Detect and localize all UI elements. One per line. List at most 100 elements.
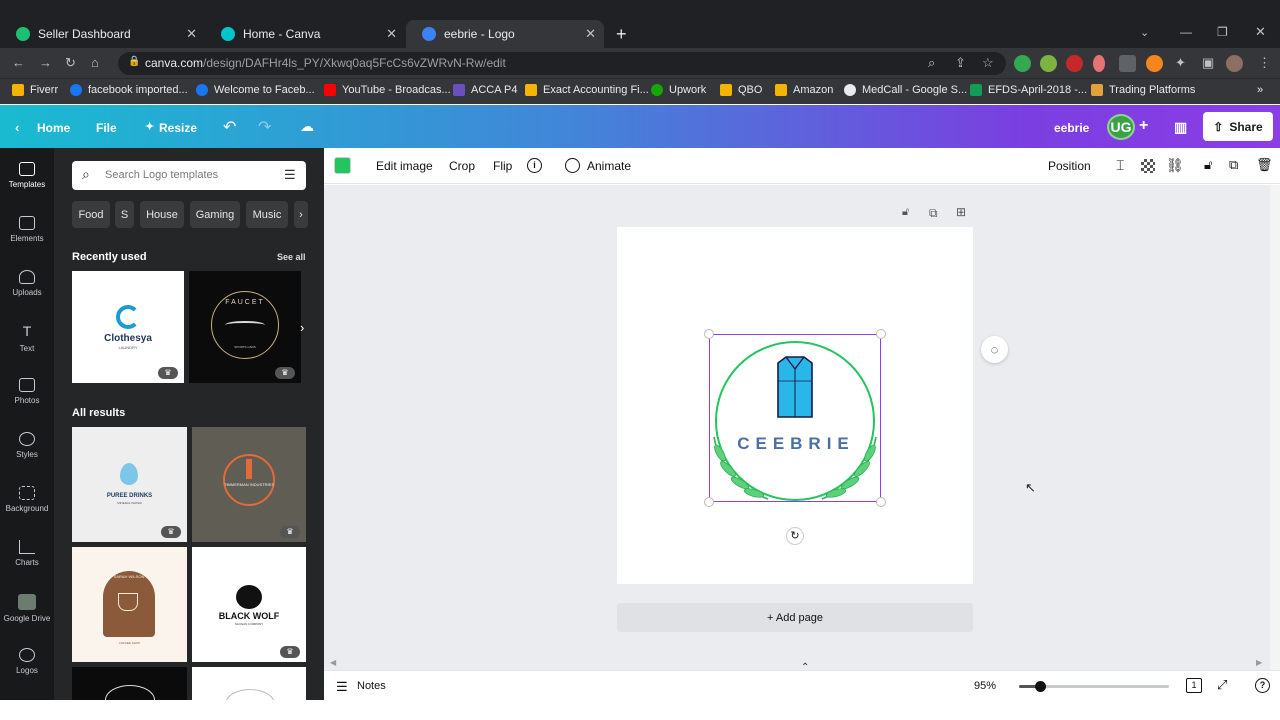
rail-photos[interactable]: Photos xyxy=(0,378,54,405)
position-button[interactable]: Position xyxy=(1048,159,1091,173)
chip-house[interactable]: House xyxy=(140,201,184,228)
bookmark-efds[interactable]: EFDS-April-2018 -... xyxy=(970,84,1087,96)
resize-handle[interactable] xyxy=(876,497,886,507)
rotate-handle-icon[interactable]: ↻ xyxy=(786,527,804,545)
edit-image-button[interactable]: Edit image xyxy=(376,159,433,173)
share-button[interactable]: ⇧ Share xyxy=(1203,112,1273,141)
user-avatar[interactable]: UG xyxy=(1107,114,1135,140)
new-tab-button[interactable]: + xyxy=(616,24,627,45)
extensions-puzzle-icon[interactable]: ✦ xyxy=(1175,55,1186,71)
forward-icon[interactable]: → xyxy=(39,55,52,70)
template-clothesya[interactable]: Clothesya LAUNDRY ♛ xyxy=(72,271,184,383)
transparency-icon[interactable] xyxy=(1141,159,1155,173)
undo-icon[interactable]: ↶ xyxy=(223,117,236,137)
page-duplicate-icon[interactable]: ⧉ xyxy=(929,206,938,221)
browser-menu-icon[interactable]: ⋮ xyxy=(1258,55,1271,71)
back-icon[interactable]: ← xyxy=(12,55,25,70)
bookmark-exact[interactable]: Exact Accounting Fi... xyxy=(525,84,649,96)
insights-chart-icon[interactable]: ▥ xyxy=(1174,119,1187,136)
home-link[interactable]: Home xyxy=(37,121,70,135)
redo-icon[interactable]: ↷ xyxy=(258,117,271,137)
tab-seller-dashboard[interactable]: Seller Dashboard ✕ xyxy=(0,20,205,48)
link-icon[interactable]: ⛓ xyxy=(1166,157,1184,174)
extension-icon[interactable] xyxy=(1040,55,1057,72)
tab-home-canva[interactable]: Home - Canva ✕ xyxy=(205,20,405,48)
chip-music[interactable]: Music xyxy=(246,201,288,228)
side-panel-icon[interactable]: ▣ xyxy=(1202,55,1214,71)
template-light-partial[interactable] xyxy=(192,667,306,700)
see-all-link[interactable]: See all xyxy=(277,252,306,262)
chevron-left-icon[interactable]: ‹ xyxy=(15,120,19,135)
zoom-lens-icon[interactable]: ⌕ xyxy=(928,55,935,71)
bookmark-upwork[interactable]: Upwork xyxy=(651,84,706,96)
bookmark-amazon[interactable]: Amazon xyxy=(775,84,833,96)
profile-avatar-icon[interactable] xyxy=(1226,55,1243,72)
more-bookmarks-icon[interactable]: » xyxy=(1257,84,1263,96)
rail-google-drive[interactable]: Google Drive xyxy=(0,594,54,623)
comment-add-icon[interactable]: ◌ xyxy=(981,336,1008,363)
bookmark-star-icon[interactable]: ☆ xyxy=(982,55,994,71)
close-window-icon[interactable]: ✕ xyxy=(1255,24,1266,40)
chip-s[interactable]: S xyxy=(115,201,134,228)
page-add-icon[interactable]: ⊞ xyxy=(956,205,966,219)
zoom-slider-thumb[interactable] xyxy=(1035,681,1046,692)
adblock-icon[interactable] xyxy=(1066,55,1083,72)
chip-food[interactable]: Food xyxy=(72,201,110,228)
chips-next-icon[interactable]: › xyxy=(294,201,308,228)
extension-icon[interactable] xyxy=(1014,55,1031,72)
metamask-icon[interactable] xyxy=(1146,55,1163,72)
bookmark-welcome-facebook[interactable]: Welcome to Faceb... xyxy=(196,84,315,96)
add-page-button[interactable]: + Add page xyxy=(617,603,973,632)
template-sarah-wilson[interactable]: SARAH WILSON COFFEE SHOP xyxy=(72,547,187,662)
vertical-scrollbar[interactable] xyxy=(1270,185,1280,670)
extension-icon[interactable] xyxy=(1093,55,1105,72)
bookmark-facebook-imported[interactable]: facebook imported... xyxy=(70,84,188,96)
info-icon[interactable]: i xyxy=(527,158,542,173)
tab-eebrie-logo[interactable]: eebrie - Logo ✕ xyxy=(406,20,604,48)
zoom-level[interactable]: 95% xyxy=(974,680,996,692)
tab-search-icon[interactable]: ⌄ xyxy=(1140,26,1149,39)
chip-gaming[interactable]: Gaming xyxy=(190,201,240,228)
rail-templates[interactable]: Templates xyxy=(0,162,54,189)
home-icon[interactable]: ⌂ xyxy=(91,55,99,70)
trash-icon[interactable]: 🗑︎ xyxy=(1256,157,1273,173)
template-timmerman[interactable]: TIMMERMAN INDUSTRIES ♛ xyxy=(192,427,306,542)
animate-button[interactable]: Animate xyxy=(587,159,631,173)
fullscreen-icon[interactable]: ⤢ xyxy=(1217,677,1227,693)
file-menu[interactable]: File xyxy=(96,121,117,135)
flip-button[interactable]: Flip xyxy=(493,159,512,173)
restore-icon[interactable]: ❐ xyxy=(1217,25,1228,39)
resize-handle[interactable] xyxy=(704,329,714,339)
close-tab-icon[interactable]: ✕ xyxy=(186,26,197,42)
share-page-icon[interactable]: ⇪ xyxy=(955,55,966,71)
bookmark-trading-platforms[interactable]: Trading Platforms xyxy=(1091,84,1195,96)
template-dark-partial[interactable] xyxy=(72,667,187,700)
close-tab-icon[interactable]: ✕ xyxy=(585,26,596,42)
scroll-left-icon[interactable]: ◀ xyxy=(330,658,336,667)
resize-handle[interactable] xyxy=(704,497,714,507)
notes-button[interactable]: Notes xyxy=(357,680,386,692)
color-swatch[interactable] xyxy=(334,157,351,174)
rail-text[interactable]: T Text xyxy=(0,324,54,353)
page-count-button[interactable]: 1 xyxy=(1186,678,1202,693)
duplicate-icon[interactable]: ⧉ xyxy=(1229,157,1238,173)
minimize-icon[interactable]: — xyxy=(1180,25,1192,39)
rail-charts[interactable]: Charts xyxy=(0,540,54,567)
upwork-extension-icon[interactable] xyxy=(1119,55,1136,72)
rail-elements[interactable]: Elements xyxy=(0,216,54,243)
template-faucet[interactable]: FAUCET SPORTS CARS ♛ xyxy=(189,271,301,383)
rail-background[interactable]: Background xyxy=(0,486,54,513)
recent-next-icon[interactable]: › xyxy=(300,320,304,335)
template-puree-drinks[interactable]: PUREE DRINKS MINERAL WATER ♛ xyxy=(72,427,187,542)
resize-button[interactable]: Resize xyxy=(159,121,197,135)
bookmark-youtube[interactable]: YouTube - Broadcas... xyxy=(324,84,451,96)
rail-styles[interactable]: Styles xyxy=(0,432,54,459)
bookmark-medcall[interactable]: MedCall - Google S... xyxy=(844,84,967,96)
bookmark-acca[interactable]: ACCA P4 xyxy=(453,84,517,96)
scroll-right-icon[interactable]: ▶ xyxy=(1256,658,1262,667)
design-title[interactable]: eebrie xyxy=(1054,121,1089,135)
add-collaborator-icon[interactable]: + xyxy=(1139,117,1148,135)
zoom-slider-track[interactable] xyxy=(1019,681,1169,692)
template-black-wolf[interactable]: BLACK WOLF SLOGAN COMPANY ♛ xyxy=(192,547,306,662)
close-tab-icon[interactable]: ✕ xyxy=(386,26,397,42)
